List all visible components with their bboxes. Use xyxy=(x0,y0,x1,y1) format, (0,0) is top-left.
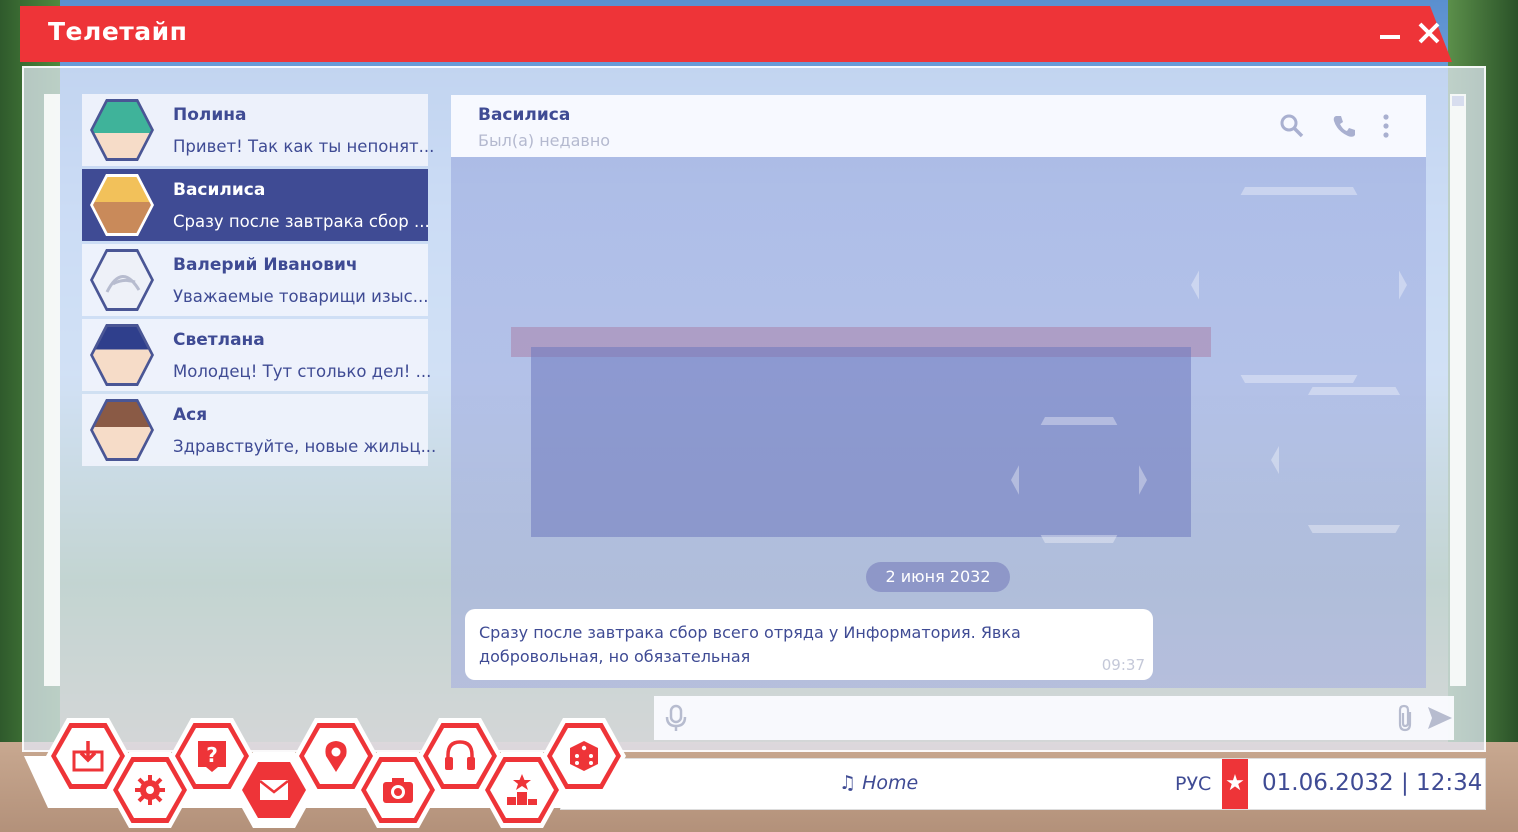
chat-name: Светлана xyxy=(173,330,265,350)
help-icon: ? xyxy=(198,741,226,772)
title-bar xyxy=(20,6,1452,62)
chat-name: Валерий Иванович xyxy=(173,255,358,275)
search-icon[interactable] xyxy=(1279,113,1305,139)
logo-icon xyxy=(105,275,141,293)
conversation-body: 2 июня 2032 Сразу после завтрака сбор вс… xyxy=(451,157,1426,688)
svg-text:?: ? xyxy=(206,743,218,767)
send-icon[interactable] xyxy=(1426,704,1454,732)
hexagon-decoration xyxy=(1271,387,1426,533)
music-player[interactable]: ♫ Home xyxy=(839,772,918,794)
avatar xyxy=(90,174,154,236)
chat-preview: Молодец! Тут столько дел! ... xyxy=(173,362,432,381)
star-icon: ★ xyxy=(1222,759,1248,809)
message-text: Сразу после завтрака сбор всего отряда у… xyxy=(479,623,1021,666)
chat-item-valery[interactable]: Валерий Иванович Уважаемые товарищи изыс… xyxy=(82,244,428,316)
messages-icon xyxy=(259,780,289,800)
minimize-button[interactable] xyxy=(1380,18,1400,48)
chat-name: Ася xyxy=(173,405,208,425)
chat-preview: Сразу после завтрака сбор ... xyxy=(173,212,430,231)
chat-item-svetlana[interactable]: Светлана Молодец! Тут столько дел! ... xyxy=(82,319,432,391)
chat-list-scrollbar[interactable] xyxy=(44,94,60,686)
conversation-scrollbar[interactable] xyxy=(1450,94,1466,686)
scrollbar-thumb[interactable] xyxy=(1452,96,1464,106)
app-title: Телетайп xyxy=(48,17,188,46)
music-note-icon: ♫ xyxy=(839,772,857,794)
download-icon xyxy=(72,741,104,772)
avatar xyxy=(90,249,154,311)
chat-item-polina[interactable]: Полина Привет! Так как ты непонят... xyxy=(82,94,434,166)
message-bubble: Сразу после завтрака сбор всего отряда у… xyxy=(465,609,1153,680)
settings-icon xyxy=(135,775,165,805)
close-button[interactable] xyxy=(1418,20,1440,50)
chat-item-vasilisa[interactable]: Василиса Сразу после завтрака сбор ... xyxy=(82,169,430,241)
more-options-icon[interactable] xyxy=(1381,113,1391,139)
message-time: 09:37 xyxy=(1101,656,1145,674)
chat-preview: Уважаемые товарищи изыс... xyxy=(173,287,429,306)
avatar xyxy=(90,99,154,161)
chat-preview: Привет! Так как ты непонят... xyxy=(173,137,435,156)
chat-name: Василиса xyxy=(173,180,266,200)
map-pin-icon xyxy=(325,741,347,772)
message-input[interactable] xyxy=(704,702,1388,736)
chat-list: Полина Привет! Так как ты непонят... Вас… xyxy=(82,94,436,469)
phone-icon[interactable] xyxy=(1331,113,1357,139)
avatar xyxy=(90,399,154,461)
chat-preview: Здравствуйте, новые жильц... xyxy=(173,437,437,456)
date-time: 01.06.2032 | 12:34 xyxy=(1262,770,1483,796)
hexagon-decoration xyxy=(1191,187,1407,383)
chat-item-asya[interactable]: Ася Здравствуйте, новые жильц... xyxy=(82,394,436,466)
attach-icon[interactable] xyxy=(1392,704,1420,732)
contact-status: Был(а) недавно xyxy=(478,131,611,150)
avatar xyxy=(90,324,154,386)
dice-icon xyxy=(570,741,598,771)
contact-name: Василиса xyxy=(478,105,571,125)
message-input-bar xyxy=(654,696,1454,740)
chat-name: Полина xyxy=(173,105,247,125)
camera-icon xyxy=(383,778,413,803)
rating-icon xyxy=(507,774,537,805)
headphones-icon xyxy=(445,740,475,770)
date-separator: 2 июня 2032 xyxy=(866,562,1010,592)
conversation-header: Василиса Был(а) недавно xyxy=(451,95,1426,157)
status-bar: ♫ Home РУС ★ 01.06.2032 | 12:34 xyxy=(560,758,1486,810)
minimize-icon xyxy=(1380,35,1400,39)
close-icon xyxy=(1418,22,1440,44)
language-indicator[interactable]: РУС xyxy=(1175,773,1211,795)
track-name: Home xyxy=(862,772,919,794)
microphone-icon[interactable] xyxy=(662,704,690,732)
